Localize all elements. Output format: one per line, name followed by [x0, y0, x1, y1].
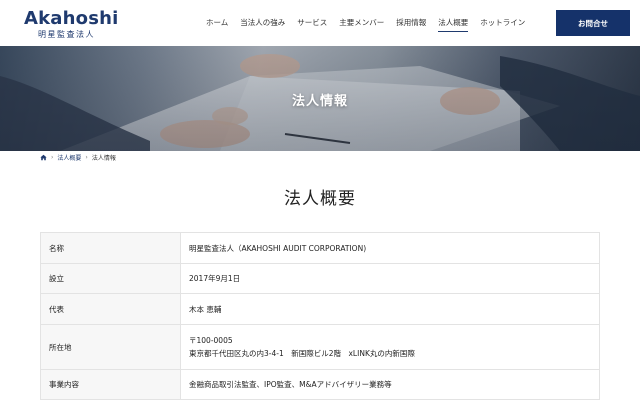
hero-banner: 法人情報	[0, 46, 640, 151]
logo-subtitle: 明星監査法人	[38, 30, 95, 39]
breadcrumb-separator: ›	[85, 154, 88, 161]
row-label-founded: 設立	[40, 263, 181, 294]
nav-item-recruit[interactable]: 採用情報	[396, 17, 426, 32]
nav-item-hotline[interactable]: ホットライン	[480, 17, 525, 32]
nav-item-home[interactable]: ホーム	[206, 17, 228, 32]
row-value-representative: 木本 恵輔	[180, 293, 600, 325]
contact-button[interactable]: お問合せ	[556, 10, 630, 36]
company-info-table: 名称 明星監査法人（AKAHOSHI AUDIT CORPORATION) 設立…	[40, 232, 600, 400]
nav-item-strengths[interactable]: 当法人の強み	[240, 17, 285, 32]
row-value-business: 金融商品取引法監査、IPO監査、M&Aアドバイザリー業務等	[180, 369, 600, 400]
value-line: 2017年9月1日	[189, 274, 241, 283]
table-row: 事業内容 金融商品取引法監査、IPO監査、M&Aアドバイザリー業務等	[40, 369, 600, 400]
nav-item-company[interactable]: 法人概要	[438, 17, 469, 32]
breadcrumb-current: 法人情報	[91, 155, 116, 162]
value-line: 木本 恵輔	[189, 304, 222, 314]
row-value-address: 〒100-0005 東京都千代田区丸の内3-4-1 新国際ビル2階 xLINK丸…	[180, 324, 600, 370]
nav-item-services[interactable]: サービス	[297, 17, 327, 32]
logo[interactable]: Akahoshi 明星監査法人	[24, 9, 119, 40]
row-value-name: 明星監査法人（AKAHOSHI AUDIT CORPORATION)	[180, 232, 600, 264]
street-address: 東京都千代田区丸の内3-4-1 新国際ビル2階 xLINK丸の内新国際	[189, 349, 415, 358]
hero-title: 法人情報	[291, 94, 348, 109]
table-row: 設立 2017年9月1日	[40, 263, 600, 294]
breadcrumb: › 法人概要 › 法人情報	[40, 153, 116, 162]
logo-wordmark: Akahoshi	[24, 8, 119, 29]
postal-code: 〒100-0005	[189, 336, 233, 345]
breadcrumb-company[interactable]: 法人概要	[57, 153, 81, 162]
nav-item-members[interactable]: 主要メンバー	[339, 17, 384, 32]
table-row: 名称 明星監査法人（AKAHOSHI AUDIT CORPORATION)	[40, 232, 600, 264]
row-label-address: 所在地	[40, 324, 181, 370]
table-row: 代表 木本 恵輔	[40, 293, 600, 325]
site-header: Akahoshi 明星監査法人 ホーム 当法人の強み サービス 主要メンバー 採…	[0, 0, 640, 46]
value-line: 金融商品取引法監査、IPO監査、M&Aアドバイザリー業務等	[189, 380, 392, 389]
row-value-founded: 2017年9月1日	[180, 263, 600, 294]
page-title: 法人概要	[284, 189, 356, 209]
table-row: 所在地 〒100-0005 東京都千代田区丸の内3-4-1 新国際ビル2階 xL…	[40, 324, 600, 370]
row-label-business: 事業内容	[40, 369, 181, 400]
value-line: 明星監査法人（AKAHOSHI AUDIT CORPORATION)	[189, 243, 367, 253]
row-label-name: 名称	[40, 232, 181, 264]
main-nav: ホーム 当法人の強み サービス 主要メンバー 採用情報 法人概要 ホットライン	[206, 17, 537, 32]
row-label-representative: 代表	[40, 293, 181, 325]
home-icon[interactable]	[40, 154, 47, 161]
breadcrumb-separator: ›	[51, 154, 54, 161]
